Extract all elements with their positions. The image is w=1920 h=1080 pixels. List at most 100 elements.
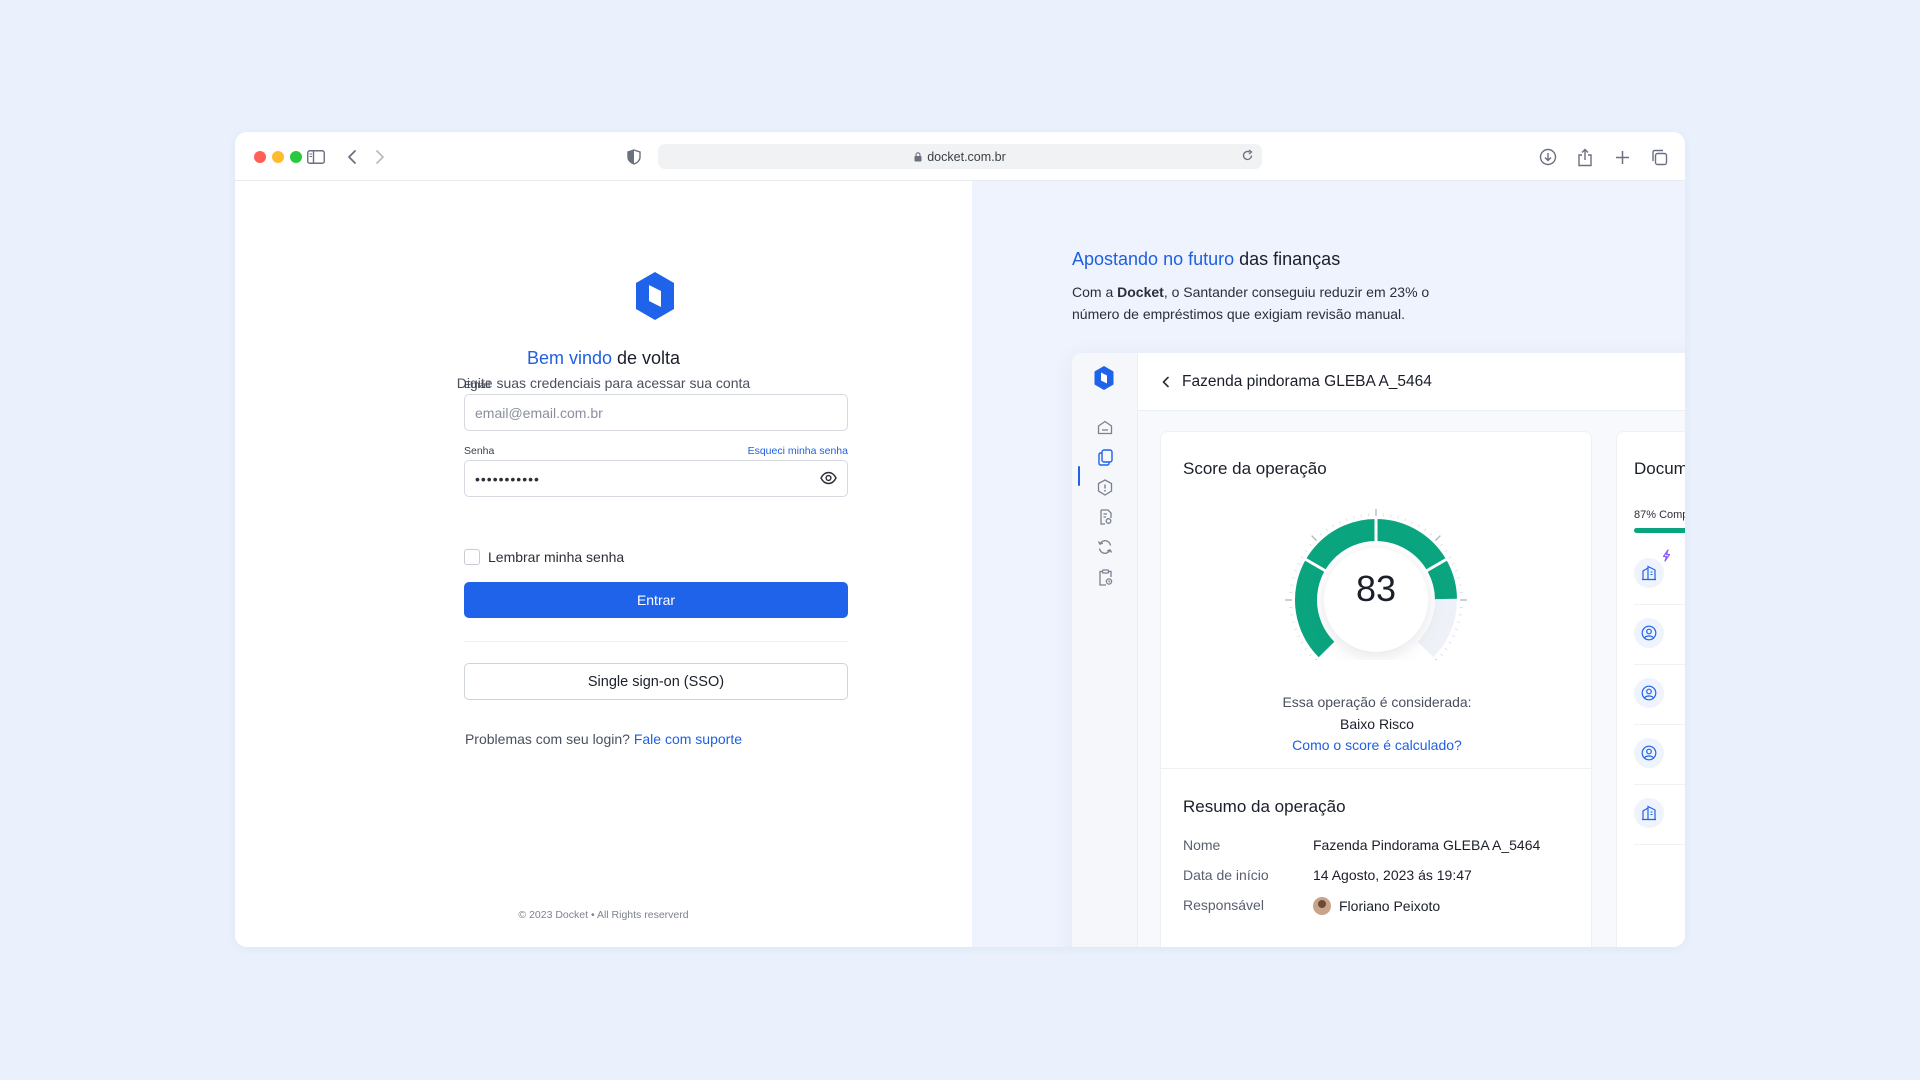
- gauge-tick: [1290, 614, 1294, 616]
- support-prompt-text: Problemas com seu login?: [464, 731, 634, 747]
- promo-text-prefix: Com a: [1072, 284, 1118, 300]
- chevron-left-icon[interactable]: [1162, 376, 1170, 388]
- gauge-tick: [1315, 658, 1318, 660]
- app-body: Score da operação 83 Essa operação é con…: [1138, 411, 1685, 947]
- gauge-tick: [1290, 584, 1294, 586]
- sync-icon[interactable]: [1093, 535, 1117, 559]
- gauge-tick: [1304, 549, 1308, 553]
- promo-title-highlight: Apostando no futuro: [1072, 249, 1235, 269]
- gauge-tick: [1345, 518, 1348, 522]
- gauge-tick: [1291, 577, 1295, 579]
- new-tab-icon[interactable]: [1611, 146, 1633, 168]
- gauge-tick: [1423, 528, 1427, 532]
- home-icon[interactable]: [1093, 415, 1117, 439]
- gauge-tick: [1296, 635, 1301, 638]
- alert-shield-icon[interactable]: [1093, 475, 1117, 499]
- tab-overview-icon[interactable]: [1648, 146, 1670, 168]
- divider: [464, 641, 848, 642]
- forgot-password-link[interactable]: Esqueci minha senha: [745, 445, 848, 457]
- reload-icon[interactable]: [1241, 149, 1254, 165]
- building-doc-icon[interactable]: [1634, 798, 1664, 828]
- lightning-icon: [1662, 549, 1671, 567]
- clipboard-icon[interactable]: [1093, 565, 1117, 589]
- documents-progress-bar: [1634, 528, 1685, 533]
- user-doc-icon[interactable]: [1634, 678, 1664, 708]
- gauge-tick: [1294, 569, 1298, 572]
- operation-title: Fazenda pindorama GLEBA A_5464: [1182, 372, 1432, 390]
- support-link[interactable]: Fale com suporte: [634, 731, 742, 747]
- gauge-tick: [1332, 524, 1335, 528]
- gauge-tick: [1458, 584, 1462, 586]
- documents-progress-label: 87% Completo: [1634, 509, 1685, 521]
- show-password-icon[interactable]: [820, 471, 837, 488]
- back-icon[interactable]: [341, 146, 363, 168]
- gauge-tick: [1390, 514, 1392, 518]
- gauge-tick: [1300, 641, 1304, 644]
- password-value: •••••••••••: [475, 470, 540, 487]
- welcome-subtitle: Digite suas credenciais para acessar sua…: [456, 375, 751, 391]
- summary-key: Nome: [1183, 837, 1221, 853]
- sidebar-toggle-icon[interactable]: [305, 146, 327, 168]
- gauge-tick: [1451, 635, 1456, 638]
- owner-name: Floriano Peixoto: [1339, 898, 1441, 914]
- app-sidebar: [1072, 353, 1138, 947]
- risk-caption: Essa operação é considerada:: [1282, 694, 1472, 710]
- gauge-tick: [1397, 515, 1399, 519]
- lock-icon: [914, 151, 922, 162]
- separator: [1634, 784, 1685, 785]
- risk-level: Baixo Risco: [1340, 716, 1414, 732]
- password-field[interactable]: •••••••••••: [464, 460, 848, 497]
- user-doc-icon[interactable]: [1634, 618, 1664, 648]
- email-field[interactable]: email@email.com.br: [464, 394, 848, 431]
- share-icon[interactable]: [1574, 146, 1596, 168]
- gauge-tick: [1294, 628, 1298, 631]
- gauge-tick: [1300, 556, 1304, 559]
- minimize-window-button[interactable]: [272, 151, 284, 163]
- email-placeholder: email@email.com.br: [475, 404, 603, 421]
- gauge-tick: [1457, 577, 1461, 579]
- gauge-tick: [1440, 653, 1443, 657]
- building-doc-icon[interactable]: [1634, 558, 1664, 588]
- welcome-heading: Bem vindo de volta: [235, 348, 972, 369]
- forward-icon[interactable]: [369, 146, 391, 168]
- separator: [1634, 604, 1685, 605]
- promo-title-rest: das finanças: [1234, 249, 1341, 269]
- summary-value: Fazenda Pindorama GLEBA A_5464: [1313, 837, 1541, 853]
- gauge-tick: [1319, 533, 1323, 536]
- shield-icon[interactable]: [623, 146, 645, 168]
- gauge-tick: [1458, 614, 1462, 616]
- login-button[interactable]: Entrar: [464, 582, 848, 618]
- address-bar[interactable]: docket.com.br: [658, 144, 1262, 169]
- remember-password-label: Lembrar minha senha: [488, 549, 625, 565]
- email-label: Email: [464, 379, 491, 391]
- close-window-button[interactable]: [254, 151, 266, 163]
- separator: [1634, 724, 1685, 725]
- gauge-tick: [1448, 556, 1452, 559]
- remember-password-checkbox[interactable]: [464, 549, 480, 565]
- gauge-tick: [1444, 647, 1448, 651]
- documents-progress-fill: [1634, 528, 1685, 533]
- gauge-tick: [1429, 533, 1433, 536]
- summary-key: Data de início: [1183, 867, 1269, 883]
- gauge-tick: [1353, 515, 1355, 519]
- browser-toolbar: docket.com.br: [235, 132, 1685, 181]
- summary-title: Resumo da operação: [1183, 797, 1346, 816]
- browser-window: docket.com.br Bem vindo de volta Digite …: [235, 132, 1685, 947]
- app-logo: [1094, 366, 1114, 390]
- gauge-tick: [1311, 535, 1318, 542]
- score-explanation-link[interactable]: Como o score é calculado?: [1161, 737, 1593, 753]
- score-title: Score da operação: [1183, 459, 1327, 478]
- contract-icon[interactable]: [1093, 505, 1117, 529]
- avatar: [1313, 897, 1331, 915]
- remember-password-row[interactable]: Lembrar minha senha: [464, 549, 624, 565]
- user-doc-icon[interactable]: [1634, 738, 1664, 768]
- gauge-tick: [1404, 518, 1407, 522]
- download-icon[interactable]: [1537, 146, 1559, 168]
- gauge-tick: [1325, 528, 1329, 532]
- documents-icon[interactable]: [1093, 445, 1117, 469]
- zoom-window-button[interactable]: [290, 151, 302, 163]
- docket-logo: [636, 272, 674, 320]
- gauge-tick: [1309, 543, 1312, 547]
- documents-title: Documentos: [1634, 459, 1685, 478]
- sso-button[interactable]: Single sign-on (SSO): [464, 663, 848, 700]
